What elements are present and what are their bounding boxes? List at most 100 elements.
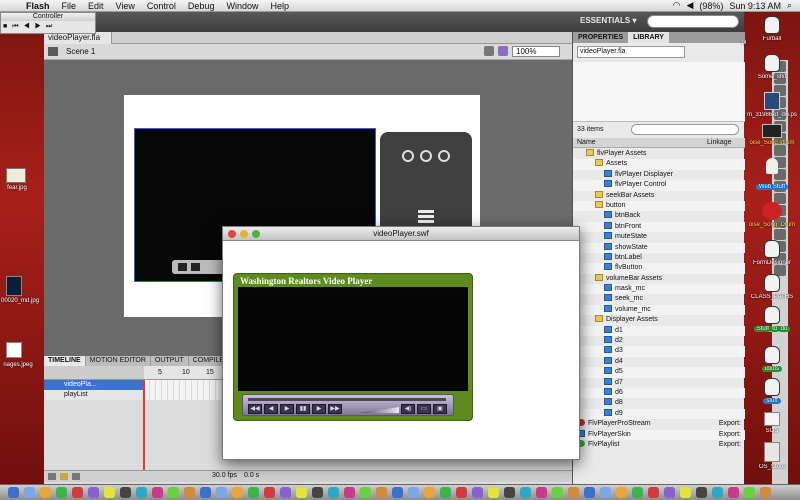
desktop-file-label[interactable]: FormDesigner [744,260,800,266]
desktop-file-label[interactable]: m_31986kit_dw.ps [744,112,800,118]
stormtrooper-icon[interactable] [764,16,780,34]
document-icon[interactable] [764,412,780,426]
dock-app-icon[interactable] [728,487,739,498]
spotlight-icon[interactable]: ⌕ [787,0,792,11]
stormtrooper-icon[interactable] [764,346,780,364]
menu-control[interactable]: Control [141,1,182,11]
library-document-select[interactable]: videoPlayer.fla [577,46,685,58]
dock-app-icon[interactable] [264,487,275,498]
pause-button[interactable]: ▮▮ [296,404,310,414]
library-item[interactable]: d1 [573,325,745,337]
library-item[interactable]: flvPlayer Assets [573,149,745,159]
play-button[interactable]: ▶ [280,404,294,414]
desktop-folder-label[interactable]: stuff [744,398,800,404]
dock-app-icon[interactable] [456,487,467,498]
dock-app-icon[interactable] [104,487,115,498]
library-item[interactable]: d8 [573,398,745,408]
dock-app-icon[interactable] [440,487,451,498]
tab-output[interactable]: OUTPUT [151,356,189,366]
layer-playlist[interactable]: playList [44,390,144,400]
library-item[interactable]: d3 [573,346,745,357]
new-folder-icon[interactable] [60,473,68,480]
dock-app-icon[interactable] [280,487,291,498]
desktop-file-label[interactable]: ol [734,40,754,46]
menu-file[interactable]: File [56,1,83,11]
seek-bar[interactable] [248,398,446,401]
skip-back-button[interactable]: ◀◀ [248,404,262,414]
dock-app-icon[interactable] [24,487,35,498]
delete-layer-icon[interactable] [72,473,80,480]
stormtrooper-icon[interactable] [764,306,780,324]
dock-app-icon[interactable] [760,487,771,498]
desktop-file-label[interactable]: oise_Song.idrum [744,140,800,146]
trooper-figure-icon[interactable] [766,158,778,174]
library-item[interactable]: muteState [573,232,745,242]
dock-app-icon[interactable] [648,487,659,498]
desktop-file-label[interactable]: OS_Store [744,464,800,470]
rewind-button[interactable]: ◀ [264,404,278,414]
dock-app-icon[interactable] [312,487,323,498]
library-item[interactable]: volume_mc [573,304,745,316]
library-item[interactable]: btnLabel [573,252,745,263]
library-item[interactable]: d5 [573,367,745,378]
battery-status[interactable]: (98%) [699,1,723,11]
library-item[interactable]: seekBar Assets [573,190,745,201]
desktop-folder-label[interactable]: idiots [744,366,800,372]
desktop-file-label[interactable]: fear.jpg [0,185,34,191]
file-icon[interactable] [6,168,26,183]
desktop-folder-label[interactable]: Stuff_to_do [744,326,800,332]
desktop-file-label[interactable]: SOS [744,428,800,434]
library-item[interactable]: d6 [573,387,745,399]
audio-file-icon[interactable] [762,124,782,138]
desktop-file-label[interactable]: CLASS_PATHS [744,294,800,300]
disk-icon[interactable] [764,442,780,462]
dock-app-icon[interactable] [184,487,195,498]
new-layer-icon[interactable] [48,473,56,480]
desktop-file-label[interactable]: nages.jpeg [0,362,36,368]
dock-app-icon[interactable] [568,487,579,498]
dock-app-icon[interactable] [680,487,691,498]
library-item[interactable]: Assets [573,159,745,170]
controller-title[interactable]: Controller [1,13,95,21]
tab-properties[interactable]: PROPERTIES [573,32,628,43]
playhead[interactable] [143,380,145,470]
help-search-input[interactable] [647,15,739,28]
menu-debug[interactable]: Debug [182,1,221,11]
library-item[interactable]: Displayer Assets [573,315,745,325]
dock-app-icon[interactable] [552,487,563,498]
fullscreen-button[interactable]: ▣ [433,404,447,414]
dock-app-icon[interactable] [664,487,675,498]
stormtrooper-icon[interactable] [764,378,780,396]
dock-app-icon[interactable] [520,487,531,498]
drum-file-icon[interactable] [762,202,782,220]
dock-app-icon[interactable] [200,487,211,498]
menu-window[interactable]: Window [220,1,264,11]
controller-buttons[interactable]: ■⏮◀▶⏭ [3,23,57,31]
library-item[interactable]: FlvPlayerSkin Export: [573,429,745,440]
library-item[interactable]: d7 [573,377,745,388]
menu-view[interactable]: View [110,1,141,11]
layer-video-player[interactable]: videoPla... [44,380,144,390]
library-item[interactable]: flvPlayer Control [573,180,745,191]
library-item[interactable]: seek_mc [573,294,745,304]
dock-app-icon[interactable] [232,487,243,498]
column-linkage[interactable]: Linkage [707,139,732,146]
zoom-button[interactable] [252,230,260,238]
volume-slider[interactable] [359,407,399,413]
library-item[interactable]: flvPlayer Displayer [573,169,745,180]
dock-app-icon[interactable] [216,487,227,498]
dock-app-icon[interactable] [712,487,723,498]
close-button[interactable] [228,230,236,238]
column-name[interactable]: Name [577,139,596,146]
dock-app-icon[interactable] [488,487,499,498]
dock-app-icon[interactable] [56,487,67,498]
dock-app-icon[interactable] [136,487,147,498]
volume-icon[interactable]: ◀ [686,0,693,11]
dock-app-icon[interactable] [296,487,307,498]
dock-app-icon[interactable] [424,487,435,498]
skip-forward-button[interactable]: ▶▶ [328,404,342,414]
workspace-switcher[interactable]: ESSENTIALS ▾ [580,16,636,25]
library-item[interactable]: FlvPlaylist Export: [573,439,745,450]
library-item[interactable]: d9 [573,408,745,420]
stormtrooper-icon[interactable] [764,274,780,292]
